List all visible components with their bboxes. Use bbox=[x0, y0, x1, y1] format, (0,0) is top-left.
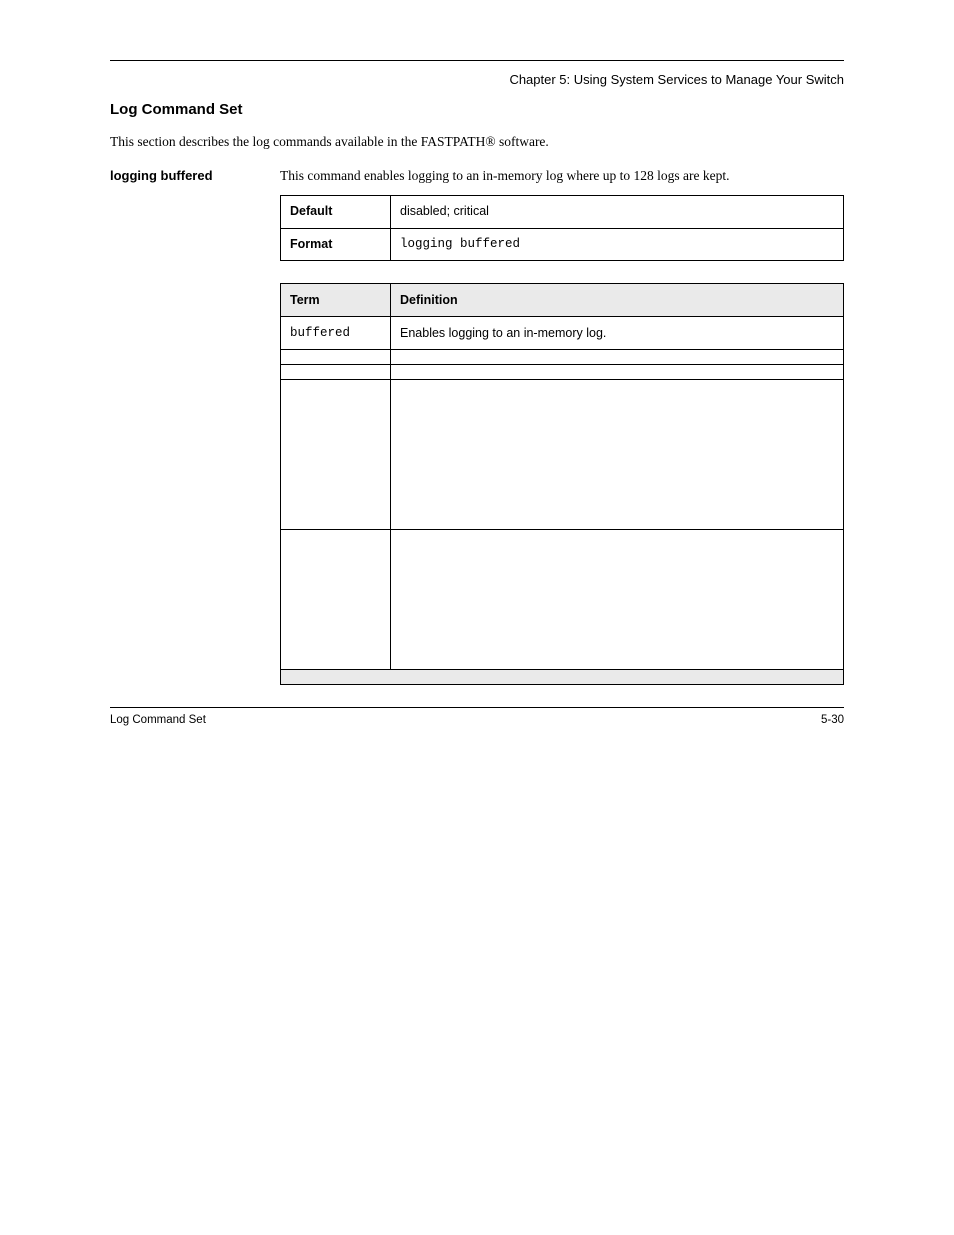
command-block: logging buffered This command enables lo… bbox=[110, 166, 844, 262]
table-row bbox=[281, 530, 844, 670]
param-def bbox=[391, 365, 844, 380]
table-row: buffered Enables logging to an in-memory… bbox=[281, 317, 844, 350]
param-def bbox=[391, 380, 844, 530]
table-row bbox=[281, 365, 844, 380]
param-def bbox=[391, 350, 844, 365]
syntax-default-value: disabled; critical bbox=[391, 196, 844, 229]
table-row: Format logging buffered bbox=[281, 228, 844, 261]
syntax-table: Default disabled; critical Format loggin… bbox=[280, 195, 844, 261]
section-title: Log Command Set bbox=[110, 101, 844, 118]
param-def: Enables logging to an in-memory log. bbox=[391, 317, 844, 350]
table-footer-row bbox=[281, 670, 844, 685]
param-def bbox=[391, 530, 844, 670]
bottom-rule bbox=[110, 707, 844, 708]
parameter-block: Term Definition buffered Enables logging… bbox=[110, 283, 844, 685]
param-name bbox=[281, 380, 391, 530]
command-intro: This command enables logging to an in-me… bbox=[280, 166, 844, 186]
page: Chapter 5: Using System Services to Mana… bbox=[0, 0, 954, 1235]
parameter-header-def: Definition bbox=[391, 284, 844, 317]
table-row bbox=[281, 380, 844, 530]
section-intro: This section describes the log commands … bbox=[110, 132, 844, 152]
param-name: buffered bbox=[281, 317, 391, 350]
footer-right: 5-30 bbox=[821, 714, 844, 726]
command-name: logging buffered bbox=[110, 168, 213, 183]
syntax-default-label: Default bbox=[281, 196, 391, 229]
running-header: Chapter 5: Using System Services to Mana… bbox=[509, 72, 844, 87]
syntax-format-value: logging buffered bbox=[391, 228, 844, 261]
parameter-header-term: Term bbox=[281, 284, 391, 317]
table-row bbox=[281, 350, 844, 365]
param-footer-note bbox=[281, 670, 844, 685]
footer-left: Log Command Set bbox=[110, 714, 206, 726]
top-rule bbox=[110, 60, 844, 61]
page-footer: Log Command Set 5-30 bbox=[110, 714, 844, 726]
table-row: Default disabled; critical bbox=[281, 196, 844, 229]
param-name bbox=[281, 350, 391, 365]
syntax-format-label: Format bbox=[281, 228, 391, 261]
table-header-row: Term Definition bbox=[281, 284, 844, 317]
parameter-table: Term Definition buffered Enables logging… bbox=[280, 283, 844, 685]
param-name bbox=[281, 530, 391, 670]
param-name bbox=[281, 365, 391, 380]
